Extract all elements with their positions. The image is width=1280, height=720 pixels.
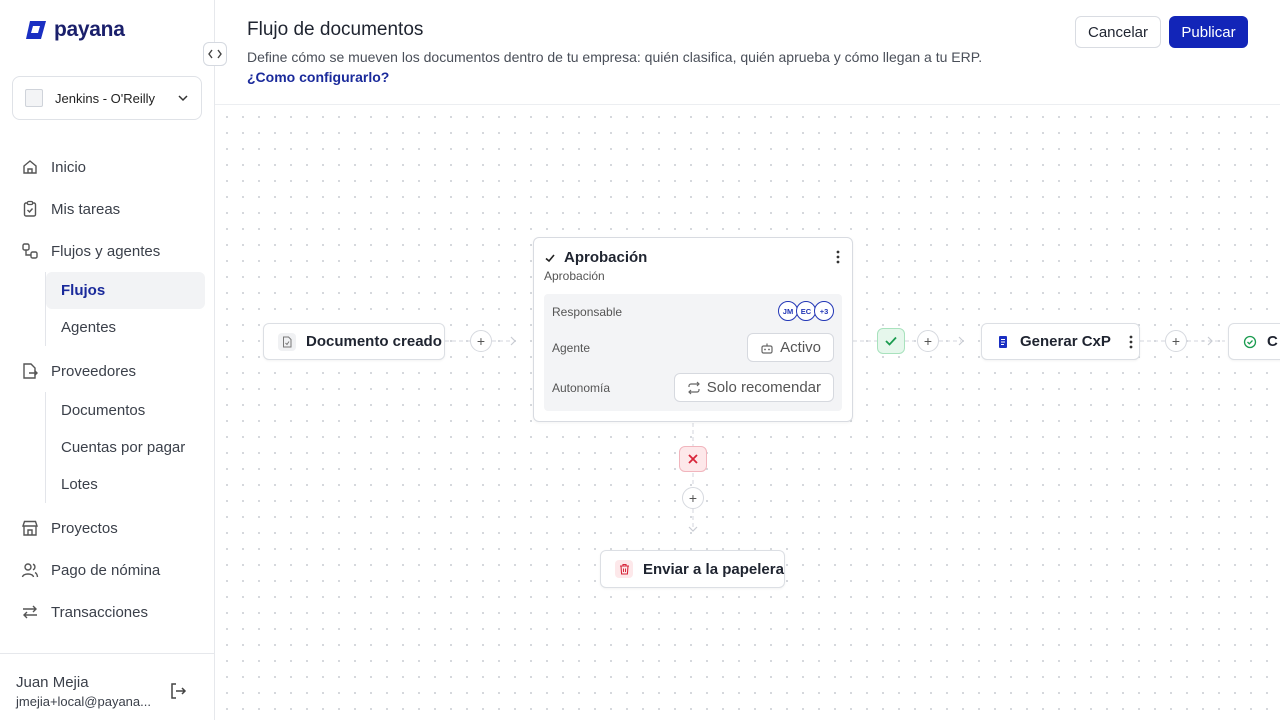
node-enviar-papelera[interactable]: Enviar a la papelera bbox=[600, 550, 785, 588]
nav-item-pago-nomina[interactable]: Pago de nómina bbox=[12, 549, 205, 591]
nav-label: Transacciones bbox=[51, 603, 148, 621]
workflow-icon bbox=[22, 243, 38, 259]
company-name: Jenkins - O'Reilly bbox=[55, 90, 156, 106]
company-selector[interactable]: Jenkins - O'Reilly bbox=[12, 76, 202, 120]
nav-sub-agentes[interactable]: Agentes bbox=[46, 309, 205, 346]
autonomy-value: Solo recomendar bbox=[706, 379, 821, 396]
avatar-more: +3 bbox=[814, 301, 834, 321]
avatar: JM bbox=[778, 301, 798, 321]
add-step-button[interactable]: + bbox=[470, 330, 492, 352]
invoice-icon bbox=[996, 333, 1010, 351]
more-options-icon[interactable] bbox=[832, 249, 844, 265]
cancel-button[interactable]: Cancelar bbox=[1075, 16, 1161, 48]
nav-sub-flujos[interactable]: Flujos bbox=[46, 272, 205, 309]
responsable-avatars[interactable]: JM EC +3 bbox=[778, 301, 834, 321]
close-icon bbox=[688, 454, 698, 464]
avatar: EC bbox=[796, 301, 816, 321]
user-panel: Juan Mejia jmejia+local@payana... bbox=[0, 653, 215, 720]
nav-label: Mis tareas bbox=[51, 200, 121, 218]
agent-label: Agente bbox=[552, 341, 591, 355]
repeat-icon bbox=[687, 381, 700, 394]
responsable-label: Responsable bbox=[552, 305, 623, 319]
arrows-swap-icon bbox=[23, 605, 37, 619]
node-label: Documento creado bbox=[306, 333, 442, 350]
check-icon bbox=[545, 254, 555, 263]
nav-item-transacciones[interactable]: Transacciones bbox=[12, 591, 205, 633]
robot-icon bbox=[761, 343, 773, 354]
nav-item-proveedores[interactable]: Proveedores bbox=[12, 350, 205, 392]
nav-label: Pago de nómina bbox=[51, 561, 161, 579]
document-export-icon bbox=[23, 363, 38, 379]
nav-label: Proveedores bbox=[51, 362, 137, 380]
payana-logo-icon bbox=[26, 21, 46, 39]
brand-name: payana bbox=[54, 18, 125, 41]
rejected-path-marker[interactable] bbox=[679, 446, 707, 472]
add-step-button[interactable]: + bbox=[917, 330, 939, 352]
store-icon bbox=[22, 520, 38, 536]
node-documento-creado[interactable]: Documento creado bbox=[263, 323, 445, 360]
check-circle-icon bbox=[1243, 335, 1257, 348]
nav-sub-documentos[interactable]: Documentos bbox=[46, 392, 205, 429]
collapse-sidebar-button[interactable] bbox=[203, 42, 227, 66]
nav-label: Inicio bbox=[51, 158, 87, 176]
clipboard-check-icon bbox=[23, 200, 37, 217]
user-email: jmejia+local@payana... bbox=[16, 694, 151, 709]
node-label: Generar CxP bbox=[1020, 333, 1111, 350]
flow-canvas[interactable]: Documento creado + Aprobación Aprobación… bbox=[215, 105, 1280, 720]
agent-status-button[interactable]: Activo bbox=[747, 333, 834, 362]
user-name: Juan Mejia bbox=[16, 674, 89, 691]
nav-item-inicio[interactable]: Inicio bbox=[12, 146, 205, 188]
trash-icon bbox=[615, 560, 633, 578]
more-options-icon[interactable] bbox=[1125, 334, 1137, 350]
home-icon bbox=[23, 160, 37, 174]
page-title: Flujo de documentos bbox=[247, 19, 424, 40]
page-description: Define cómo se mueven los documentos den… bbox=[247, 49, 983, 65]
publish-button[interactable]: Publicar bbox=[1169, 16, 1248, 48]
approved-path-marker[interactable] bbox=[877, 328, 905, 354]
main-nav: Inicio Mis tareas Flujos y agentes Flujo… bbox=[12, 146, 205, 633]
collapse-arrows-icon bbox=[208, 49, 222, 59]
autonomy-button[interactable]: Solo recomendar bbox=[673, 373, 834, 402]
proveedores-subnav: Documentos Cuentas por pagar Lotes bbox=[45, 392, 205, 503]
check-icon bbox=[885, 336, 897, 346]
logout-icon[interactable] bbox=[168, 681, 188, 701]
flujos-subnav: Flujos Agentes bbox=[45, 272, 205, 346]
agent-value: Activo bbox=[780, 339, 821, 356]
nav-item-mis-tareas[interactable]: Mis tareas bbox=[12, 188, 205, 230]
brand-logo[interactable]: payana bbox=[24, 18, 125, 42]
nav-sub-cuentas-por-pagar[interactable]: Cuentas por pagar bbox=[46, 429, 205, 466]
nav-item-flujos-agentes[interactable]: Flujos y agentes bbox=[12, 230, 205, 272]
add-step-button[interactable]: + bbox=[682, 487, 704, 509]
page-header: Flujo de documentos Define cómo se mueve… bbox=[215, 0, 1280, 105]
node-label: C bbox=[1267, 333, 1278, 350]
node-next-step[interactable]: C bbox=[1228, 323, 1280, 360]
add-step-button[interactable]: + bbox=[1165, 330, 1187, 352]
node-aprobacion[interactable]: Aprobación Aprobación Responsable JM EC … bbox=[533, 237, 853, 422]
approval-settings: Responsable JM EC +3 Agente Activo Auton… bbox=[544, 294, 842, 411]
nav-label: Proyectos bbox=[51, 519, 118, 537]
chevron-down-icon bbox=[178, 95, 188, 102]
document-icon bbox=[278, 332, 296, 351]
approval-subtitle: Aprobación bbox=[544, 269, 605, 283]
users-icon bbox=[21, 563, 39, 578]
approval-title: Aprobación bbox=[564, 249, 648, 266]
sidebar: payana Jenkins - O'Reilly Inicio Mis tar… bbox=[0, 0, 215, 720]
help-link[interactable]: ¿Como configurarlo? bbox=[247, 69, 389, 85]
nav-item-proyectos[interactable]: Proyectos bbox=[12, 507, 205, 549]
nav-sub-lotes[interactable]: Lotes bbox=[46, 466, 205, 503]
node-label: Enviar a la papelera bbox=[643, 560, 784, 578]
node-generar-cxp[interactable]: Generar CxP bbox=[981, 323, 1140, 360]
company-logo-image bbox=[25, 89, 43, 107]
autonomy-label: Autonomía bbox=[552, 381, 611, 395]
nav-label: Flujos y agentes bbox=[51, 242, 161, 260]
